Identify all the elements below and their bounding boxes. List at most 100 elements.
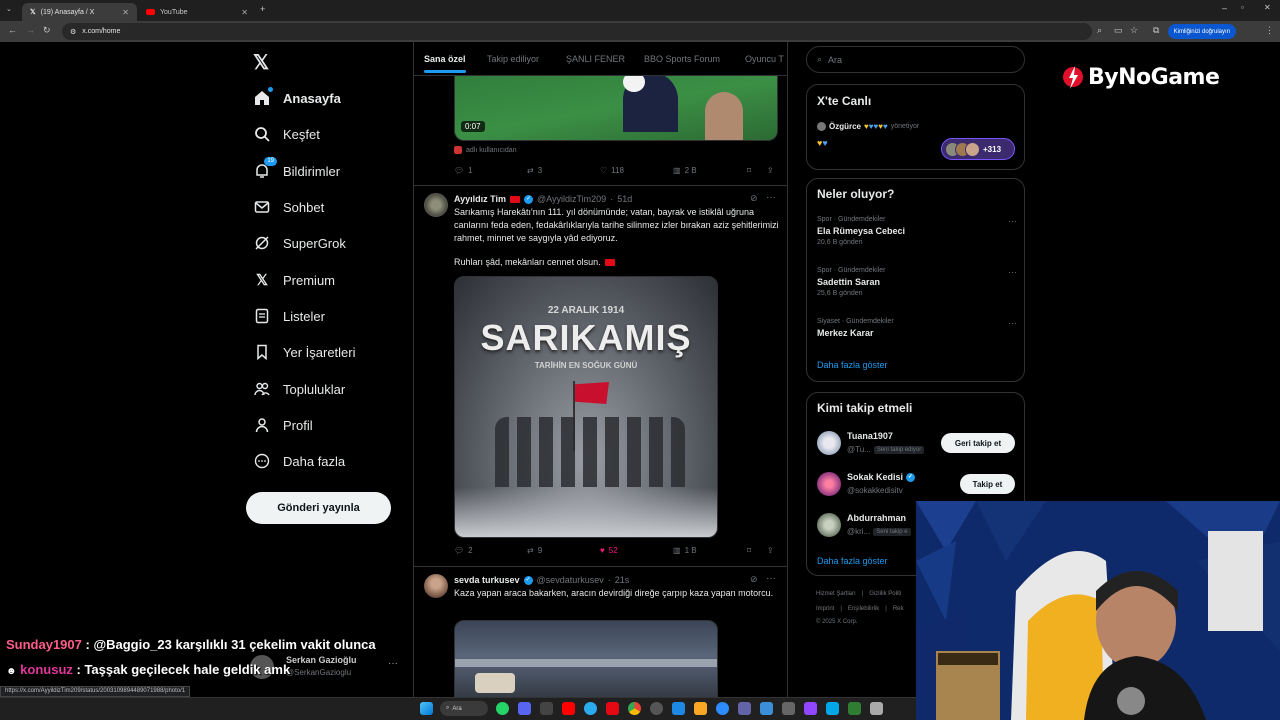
author-name[interactable]: sevda turkusev	[454, 575, 520, 585]
author-handle[interactable]: @sevdaturkusev	[537, 575, 604, 585]
more-options-icon[interactable]: ···	[1008, 318, 1017, 328]
nav-bookmarks[interactable]: Yer İşaretleri	[253, 337, 356, 367]
maximize-icon[interactable]: ▫	[1241, 3, 1244, 12]
nav-lists[interactable]: Listeler	[253, 301, 325, 331]
post-button[interactable]: Gönderi yayınla	[246, 492, 391, 524]
reply-button[interactable]: 💬︎ 1	[454, 166, 473, 175]
nav-premium[interactable]: 𝕏 Premium	[253, 265, 335, 295]
repost-button[interactable]: ⇄ 3	[527, 166, 542, 175]
app-icon[interactable]	[870, 702, 883, 715]
app-icon[interactable]	[650, 702, 663, 715]
more-options-icon[interactable]: ···	[766, 573, 776, 584]
footer-link[interactable]: Imprint	[816, 606, 834, 612]
youtube-icon[interactable]	[562, 702, 575, 715]
show-more-link[interactable]: Daha fazla göster	[817, 556, 888, 566]
repost-button[interactable]: ⇄ 9	[527, 546, 542, 555]
like-button[interactable]: ♥ 52	[600, 546, 618, 555]
avatar[interactable]	[424, 574, 448, 598]
url-field[interactable]: ⚙ x.com/home	[62, 23, 1092, 40]
post-image-accident[interactable]	[454, 620, 718, 698]
post-image-sarikamis[interactable]: 22 ARALIK 1914 SARIKAMIŞ TARİHİN EN SOĞU…	[454, 276, 718, 538]
more-options-icon[interactable]: ···	[1008, 267, 1017, 277]
reload-icon[interactable]: ↻	[43, 25, 51, 36]
telegram-icon[interactable]	[584, 702, 597, 715]
site-info-icon[interactable]: ⚙	[70, 28, 76, 36]
discord-icon[interactable]	[518, 702, 531, 715]
footer-link[interactable]: Hizmet Şartları	[816, 591, 856, 597]
follow-back-button[interactable]: Geri takip et	[941, 433, 1015, 453]
menu-dots-icon[interactable]: ⋮	[1265, 25, 1274, 36]
trend-item[interactable]: Spor · Gündemdekiler Ela Rümeysa Cebeci …	[817, 216, 1017, 246]
search-input[interactable]: ⌕ Ara	[806, 46, 1025, 73]
app-icon[interactable]	[738, 702, 751, 715]
new-tab-icon[interactable]: +	[260, 4, 265, 14]
post-time[interactable]: 21s	[615, 575, 630, 585]
nav-supergrok[interactable]: SuperGrok	[253, 228, 346, 258]
grok-icon[interactable]: ⊘	[750, 574, 758, 585]
nav-communities[interactable]: Topluluklar	[253, 374, 345, 404]
live-host-row[interactable]: Özgürce ♥♥♥♥♥ yönetiyor	[817, 122, 919, 131]
tab-list-icon[interactable]: ⌄	[6, 5, 12, 13]
zoom-app-icon[interactable]	[716, 702, 729, 715]
windows-start-icon[interactable]	[420, 702, 433, 715]
app-icon[interactable]	[540, 702, 553, 715]
extensions-icon[interactable]: ⧉	[1153, 25, 1159, 36]
author-name[interactable]: Ayyıldız Tim	[454, 194, 506, 204]
x-logo-icon[interactable]: 𝕏	[253, 50, 269, 75]
nav-profile[interactable]: Profil	[253, 410, 313, 440]
like-button[interactable]: ♡ 118	[600, 166, 624, 175]
follow-button[interactable]: Takip et	[960, 474, 1015, 494]
views-button[interactable]: ▥ 2 B	[673, 166, 697, 175]
more-options-icon[interactable]: ···	[1008, 216, 1017, 226]
nav-explore[interactable]: Keşfet	[253, 119, 320, 149]
footer-link[interactable]: Gizlilik Politi	[869, 591, 901, 597]
more-options-icon[interactable]: ···	[388, 658, 398, 669]
tab-for-you[interactable]: Sana özel	[424, 54, 466, 73]
more-options-icon[interactable]: ···	[766, 192, 776, 203]
bookmark-button[interactable]: ⌑	[747, 546, 751, 555]
back-icon[interactable]: ←	[8, 25, 17, 35]
grok-icon[interactable]: ⊘	[750, 193, 758, 204]
footer-link[interactable]: Erişilebilirlik	[848, 606, 879, 612]
app-icon[interactable]	[804, 702, 817, 715]
app-icon[interactable]	[826, 702, 839, 715]
tab-sanli-fener[interactable]: ŞANLI FENER	[566, 54, 625, 64]
nav-more[interactable]: Daha fazla	[253, 446, 345, 476]
forward-icon[interactable]: →	[26, 25, 35, 35]
post-time[interactable]: 51d	[617, 194, 632, 204]
author-handle[interactable]: @AyyildizTim209	[537, 194, 606, 204]
show-more-link[interactable]: Daha fazla göster	[817, 360, 888, 370]
window-close-icon[interactable]: ✕	[1264, 3, 1271, 12]
bookmark-button[interactable]: ⌑	[747, 166, 751, 175]
netflix-icon[interactable]	[606, 702, 619, 715]
app-icon[interactable]	[672, 702, 685, 715]
tab-oyuncu[interactable]: Oyuncu T	[745, 54, 784, 64]
trend-item[interactable]: Spor · Gündemdekiler Sadettin Saran 25,6…	[817, 267, 1017, 297]
verify-identity-button[interactable]: Kimliğinizi doğrulayın	[1167, 24, 1236, 39]
share-button[interactable]: ⇪	[767, 166, 774, 175]
minimize-icon[interactable]: –	[1222, 3, 1227, 13]
close-icon[interactable]: ✕	[241, 8, 248, 17]
live-listeners-pill[interactable]: +313	[941, 138, 1015, 160]
reply-button[interactable]: 💬︎ 2	[454, 546, 473, 555]
whatsapp-icon[interactable]	[496, 702, 509, 715]
browser-tab-youtube[interactable]: YouTube ✕	[138, 3, 256, 21]
folder-icon[interactable]	[694, 702, 707, 715]
app-icon[interactable]	[760, 702, 773, 715]
browser-tab-x[interactable]: 𝕏 (19) Anasayfa / X ✕	[22, 3, 137, 21]
bookmark-star-icon[interactable]: ☆	[1130, 25, 1138, 36]
taskbar-search[interactable]: ⌕ Ara	[440, 701, 488, 716]
cast-icon[interactable]: ▭	[1114, 25, 1123, 36]
nav-home[interactable]: Anasayfa	[253, 83, 341, 113]
nav-chat[interactable]: Sohbet	[253, 192, 324, 222]
tab-bbo-sports[interactable]: BBO Sports Forum	[644, 54, 720, 64]
app-icon[interactable]	[782, 702, 795, 715]
chrome-icon[interactable]	[628, 702, 641, 715]
tab-following[interactable]: Takip ediliyor	[487, 54, 539, 64]
trend-item[interactable]: Siyaset · Gündemdekiler Merkez Karar ···	[817, 318, 1017, 338]
close-icon[interactable]: ✕	[122, 8, 129, 17]
zoom-icon[interactable]: ⌕	[1097, 25, 1102, 36]
share-button[interactable]: ⇪	[767, 546, 774, 555]
footer-link[interactable]: Rek	[893, 606, 904, 612]
app-icon[interactable]	[848, 702, 861, 715]
